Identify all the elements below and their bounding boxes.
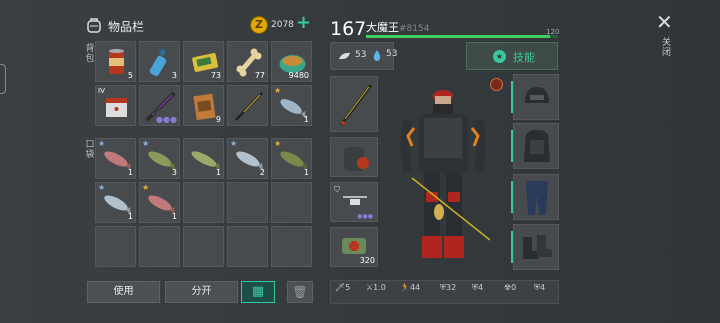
damage-stat: 🗡5 — [335, 283, 351, 292]
player-name-line: 大魔王#8154 — [366, 19, 429, 35]
player-name: 大魔王 — [366, 21, 399, 34]
split-button[interactable]: 分开 — [165, 281, 238, 303]
equip-slot-drone[interactable]: ⛉ ●●● — [330, 182, 378, 222]
pocket-slot[interactable]: ★ 1 — [139, 182, 180, 223]
coin-amount: 2078 — [271, 20, 294, 30]
backpack-icon — [344, 147, 369, 171]
medkit-icon — [342, 238, 366, 254]
pocket-slot[interactable]: ★ 1 — [95, 138, 136, 179]
pocket-slot[interactable]: ★ 3 — [139, 138, 180, 179]
pocket-slot[interactable]: 1 — [183, 138, 224, 179]
coin-icon: Z — [250, 16, 268, 34]
crafting-box-icon — [106, 98, 127, 117]
armor-stat: ⛨32 — [440, 283, 457, 292]
inventory-slot-food-bowl[interactable]: 9480 — [271, 41, 312, 82]
pocket-slot-empty[interactable] — [183, 226, 224, 267]
inventory-slot-seed-bag[interactable]: 9 — [183, 85, 224, 126]
add-coins-button[interactable]: + — [296, 14, 311, 32]
inventory-slot-fish[interactable]: ★ 1 — [271, 85, 312, 126]
inventory-slot-battery[interactable]: 73 — [183, 41, 224, 82]
grid-icon: ▦ — [251, 284, 265, 299]
use-button[interactable]: 使用 — [87, 281, 160, 303]
inventory-slot-fishing-rod[interactable] — [227, 85, 268, 126]
trash-button[interactable]: 🗑 — [287, 281, 313, 303]
pocket-section-label: 口袋 — [85, 140, 95, 160]
radiation-stat: ☢0 — [504, 283, 517, 292]
cold-stat: ⛨4 — [534, 283, 546, 292]
meat-icon — [339, 52, 350, 60]
drone-icon — [343, 196, 367, 205]
inventory-slot-water-bottle[interactable]: 3 — [139, 41, 180, 82]
backpack-icon — [87, 18, 101, 33]
pocket-slot-empty[interactable] — [271, 182, 312, 223]
sword-icon: 🗡 — [335, 283, 346, 292]
resist-stat: ⛨4 — [472, 283, 484, 292]
pocket-slot-empty[interactable] — [271, 226, 312, 267]
inventory-title: 物品栏 — [108, 20, 145, 34]
fishing-rod-icon — [339, 84, 373, 126]
equip-slot-boots[interactable] — [511, 224, 559, 270]
close-label: 关闭 — [662, 38, 672, 58]
xp-fill — [366, 35, 551, 38]
helmet-icon — [525, 87, 549, 103]
inventory-slot-rifle[interactable]: ●●● — [139, 85, 180, 126]
fishing-rod-icon — [235, 92, 263, 121]
side-handle[interactable] — [0, 64, 6, 94]
pocket-slot-empty[interactable] — [183, 182, 224, 223]
inventory-slot-bone[interactable]: 77 — [227, 41, 268, 82]
close-button[interactable]: ✕ — [656, 10, 673, 34]
pocket-slot-empty[interactable] — [227, 182, 268, 223]
equip-slot-helmet[interactable] — [511, 74, 559, 120]
armor-vest-icon — [524, 130, 550, 162]
badge-icon — [490, 78, 503, 91]
runner-icon: 🏃 — [400, 283, 410, 292]
pocket-slot[interactable]: ★ 2 — [227, 138, 268, 179]
water-stat: 53 — [364, 42, 397, 70]
star-icon: ★ — [493, 50, 506, 63]
move-speed-stat: 🏃44 — [400, 283, 421, 292]
inventory-slot-crafting-box[interactable]: IV — [95, 85, 136, 126]
inventory-slot-canned-food[interactable]: 5 — [95, 41, 136, 82]
equip-slot-body-armor[interactable] — [511, 123, 559, 169]
boots-icon — [523, 235, 552, 259]
shield-badge-icon: ⛉ — [334, 185, 340, 194]
grid-view-button[interactable]: ▦ — [241, 281, 275, 303]
pocket-slot[interactable]: ★ 1 — [95, 182, 136, 223]
equip-slot-medkit[interactable]: 320 — [330, 227, 378, 267]
equip-slot-main-hand[interactable] — [330, 76, 378, 132]
pocket-slot[interactable]: ★ 1 — [271, 138, 312, 179]
player-character — [400, 90, 490, 258]
skills-button[interactable]: ★ 技能 — [466, 42, 558, 70]
backpack-section-label: 背包 — [85, 44, 95, 64]
equip-slot-backpack[interactable] — [330, 137, 378, 177]
close-icon: ✕ — [656, 10, 673, 34]
player-id: #8154 — [399, 24, 430, 34]
pants-icon — [526, 181, 548, 215]
player-level: 167 — [330, 18, 367, 40]
attack-speed-stat: ⚔1.0 — [366, 283, 386, 292]
pocket-slot-empty[interactable] — [227, 226, 268, 267]
equip-slot-pants[interactable] — [511, 174, 559, 220]
pocket-slot-empty[interactable] — [139, 226, 180, 267]
trash-icon: 🗑 — [292, 285, 308, 299]
pocket-slot-empty[interactable] — [95, 226, 136, 267]
xp-bar — [366, 35, 558, 38]
water-drop-icon — [373, 50, 381, 61]
